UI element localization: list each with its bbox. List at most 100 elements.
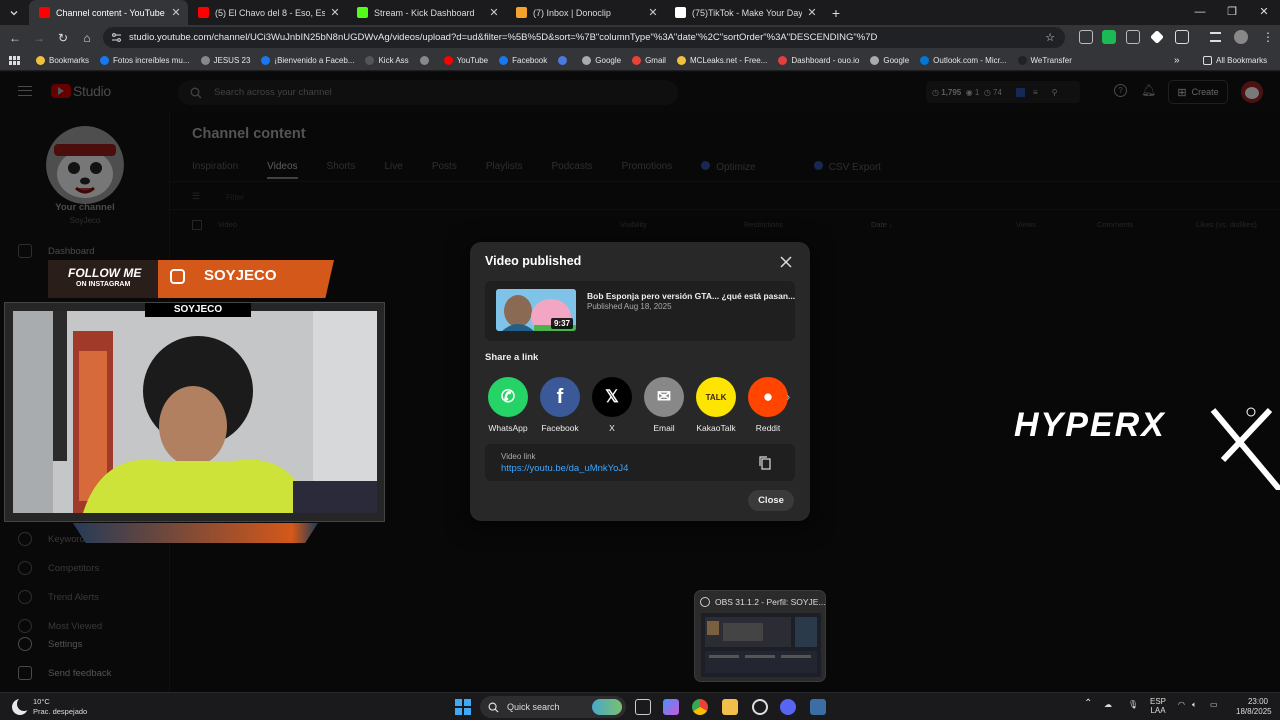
tab-search-button[interactable] bbox=[3, 2, 25, 24]
new-tab-button[interactable]: + bbox=[824, 5, 848, 21]
bookmark-favicon-icon bbox=[558, 55, 568, 65]
apps-grid-icon[interactable] bbox=[9, 55, 22, 65]
browser-tab[interactable]: Channel content - YouTube Studio✕ bbox=[29, 0, 188, 25]
extension-icon[interactable] bbox=[1150, 30, 1164, 44]
volume-icon[interactable]: 🔈︎ bbox=[1192, 700, 1197, 710]
close-tab-icon[interactable]: ✕ bbox=[806, 6, 818, 19]
browser-tab[interactable]: (7) Inbox | Donoclip ✕ bbox=[506, 0, 665, 25]
discord-icon[interactable] bbox=[780, 699, 796, 715]
bookmark-item[interactable] bbox=[419, 55, 433, 65]
close-tab-icon[interactable]: ✕ bbox=[647, 6, 659, 19]
bookmark-favicon-icon bbox=[365, 55, 375, 65]
app-icon[interactable] bbox=[810, 699, 826, 715]
browser-tab[interactable]: Stream - Kick Dashboard ✕ bbox=[347, 0, 506, 25]
youtube-icon bbox=[198, 7, 209, 18]
reading-list-icon[interactable] bbox=[1210, 32, 1221, 42]
bookmark-item[interactable] bbox=[558, 55, 571, 65]
file-explorer-icon[interactable] bbox=[722, 699, 738, 715]
battery-icon[interactable]: ▭ bbox=[1210, 700, 1218, 709]
bookmark-item[interactable]: Dashboard - ouo.io bbox=[778, 55, 859, 65]
extension-icon[interactable] bbox=[1102, 30, 1116, 44]
bookmark-favicon-icon bbox=[419, 55, 429, 65]
site-info-icon[interactable] bbox=[103, 32, 129, 43]
quick-search-box[interactable]: Quick search bbox=[480, 696, 626, 718]
windows-start-icon[interactable] bbox=[455, 699, 471, 715]
share-email[interactable]: ✉ Email bbox=[638, 377, 690, 433]
close-icon[interactable] bbox=[778, 254, 794, 270]
copilot-icon[interactable] bbox=[663, 699, 679, 715]
bookmark-favicon-icon bbox=[200, 55, 210, 65]
bookmark-item[interactable]: Bookmarks bbox=[36, 55, 89, 65]
bookmark-item[interactable]: Facebook bbox=[499, 55, 547, 65]
share-facebook[interactable]: f Facebook bbox=[534, 377, 586, 433]
bookmark-item[interactable]: Kick Ass bbox=[365, 55, 409, 65]
share-reddit[interactable]: ● Reddit bbox=[742, 377, 794, 433]
bookmark-star-icon[interactable]: ☆ bbox=[1045, 31, 1055, 44]
close-tab-icon[interactable]: ✕ bbox=[170, 6, 182, 19]
puzzle-icon[interactable] bbox=[1175, 30, 1189, 44]
published-video-card[interactable]: 9:37 Bob Esponja pero versión GTA... ¿qu… bbox=[485, 281, 795, 341]
extension-icon[interactable] bbox=[1079, 30, 1093, 44]
bookmark-item[interactable]: MCLeaks.net - Free... bbox=[676, 55, 767, 65]
bookmark-item[interactable]: YouTube bbox=[443, 55, 488, 65]
back-button[interactable]: ← bbox=[3, 25, 27, 50]
maximize-button[interactable]: ❐ bbox=[1216, 0, 1248, 25]
webcam-image bbox=[13, 311, 377, 513]
network-cloud-icon[interactable]: ☁ bbox=[1104, 700, 1112, 709]
url-bar[interactable]: studio.youtube.com/channel/UCi3WuJnbIN25… bbox=[103, 27, 1065, 48]
microphone-icon[interactable]: 🎙︎ bbox=[1128, 700, 1138, 709]
browser-tab[interactable]: (5) El Chavo del 8 - Eso, Eso, Eso✕ bbox=[188, 0, 347, 25]
chevron-right-icon[interactable]: › bbox=[786, 389, 790, 404]
video-link-label: Video link bbox=[501, 452, 536, 461]
email-icon: ✉ bbox=[644, 377, 684, 417]
profile-avatar[interactable] bbox=[1234, 30, 1248, 44]
obs-window-title: OBS 31.1.2 - Perfil: SOYJE... bbox=[715, 597, 826, 607]
task-view-icon[interactable] bbox=[635, 699, 651, 715]
bookmark-item[interactable]: ¡Bienvenido a Faceb... bbox=[261, 55, 354, 65]
share-whatsapp[interactable]: ✆ WhatsApp bbox=[482, 377, 534, 433]
close-tab-icon[interactable]: ✕ bbox=[488, 6, 500, 19]
bookmark-item[interactable]: Fotos increíbles mu... bbox=[100, 55, 190, 65]
bookmarks-bar: Bookmarks Fotos increíbles mu... JESUS 23 ¡… bbox=[0, 50, 1280, 71]
all-bookmarks-button[interactable]: All Bookmarks bbox=[1203, 55, 1267, 65]
home-button[interactable]: ⌂ bbox=[75, 25, 99, 50]
obs-taskbar-icon[interactable] bbox=[752, 699, 768, 715]
bookmark-item[interactable]: Gmail bbox=[632, 55, 666, 65]
copy-icon[interactable] bbox=[759, 456, 771, 470]
brand-logo-text: HYPERX bbox=[1014, 406, 1166, 444]
minimize-button[interactable]: — bbox=[1184, 0, 1216, 25]
youtube-icon bbox=[39, 7, 50, 18]
close-window-button[interactable]: ✕ bbox=[1248, 0, 1280, 25]
instagram-icon bbox=[170, 269, 185, 284]
bookmark-item[interactable]: WeTransfer bbox=[1017, 55, 1072, 65]
more-bookmarks-chevron-icon[interactable]: » bbox=[1174, 55, 1180, 66]
bookmark-favicon-icon bbox=[499, 55, 509, 65]
close-button[interactable]: Close bbox=[748, 490, 794, 511]
bookmark-favicon-icon bbox=[261, 55, 271, 65]
share-x[interactable]: 𝕏X bbox=[586, 377, 638, 433]
extension-icon[interactable] bbox=[1126, 30, 1140, 44]
reload-button[interactable]: ↻ bbox=[51, 25, 75, 50]
video-link[interactable]: https://youtu.be/da_uMnkYoJ4 bbox=[501, 463, 628, 474]
obs-taskbar-preview[interactable]: OBS 31.1.2 - Perfil: SOYJE... bbox=[694, 590, 826, 682]
weather-widget[interactable]: 10°C Prac. despejado bbox=[12, 697, 87, 717]
chrome-icon[interactable] bbox=[692, 699, 708, 715]
browser-tab[interactable]: (75)TikTok - Make Your Day ✕ bbox=[665, 0, 824, 25]
video-published-dialog: Video published 9:37 Bob Esponja pero ve… bbox=[470, 242, 810, 521]
bookmark-item[interactable]: Google bbox=[870, 55, 909, 65]
menu-icon[interactable]: ⋮ bbox=[1262, 30, 1274, 44]
clock[interactable]: 23:00 18/8/2025 bbox=[1236, 697, 1272, 717]
video-link-box: Video link https://youtu.be/da_uMnkYoJ4 bbox=[485, 444, 795, 481]
facebook-icon: f bbox=[540, 377, 580, 417]
bookmark-item[interactable]: Google bbox=[582, 55, 621, 65]
forward-button[interactable]: → bbox=[27, 25, 51, 50]
close-tab-icon[interactable]: ✕ bbox=[329, 6, 341, 19]
bookmark-item[interactable]: Outlook.com - Micr... bbox=[920, 55, 1007, 65]
wifi-icon[interactable]: ◠ bbox=[1178, 700, 1185, 709]
webcam-bottom-bar bbox=[72, 523, 318, 543]
language-indicator[interactable]: ESP LAA bbox=[1150, 697, 1166, 715]
bookmark-item[interactable]: JESUS 23 bbox=[200, 55, 250, 65]
instagram-follow-banner: FOLLOW ME ON INSTAGRAM SOYJECO bbox=[48, 260, 334, 298]
tray-overflow-chevron-icon[interactable]: ⌃ bbox=[1084, 698, 1092, 709]
share-kakaotalk[interactable]: TALK KakaoTalk bbox=[690, 377, 742, 433]
